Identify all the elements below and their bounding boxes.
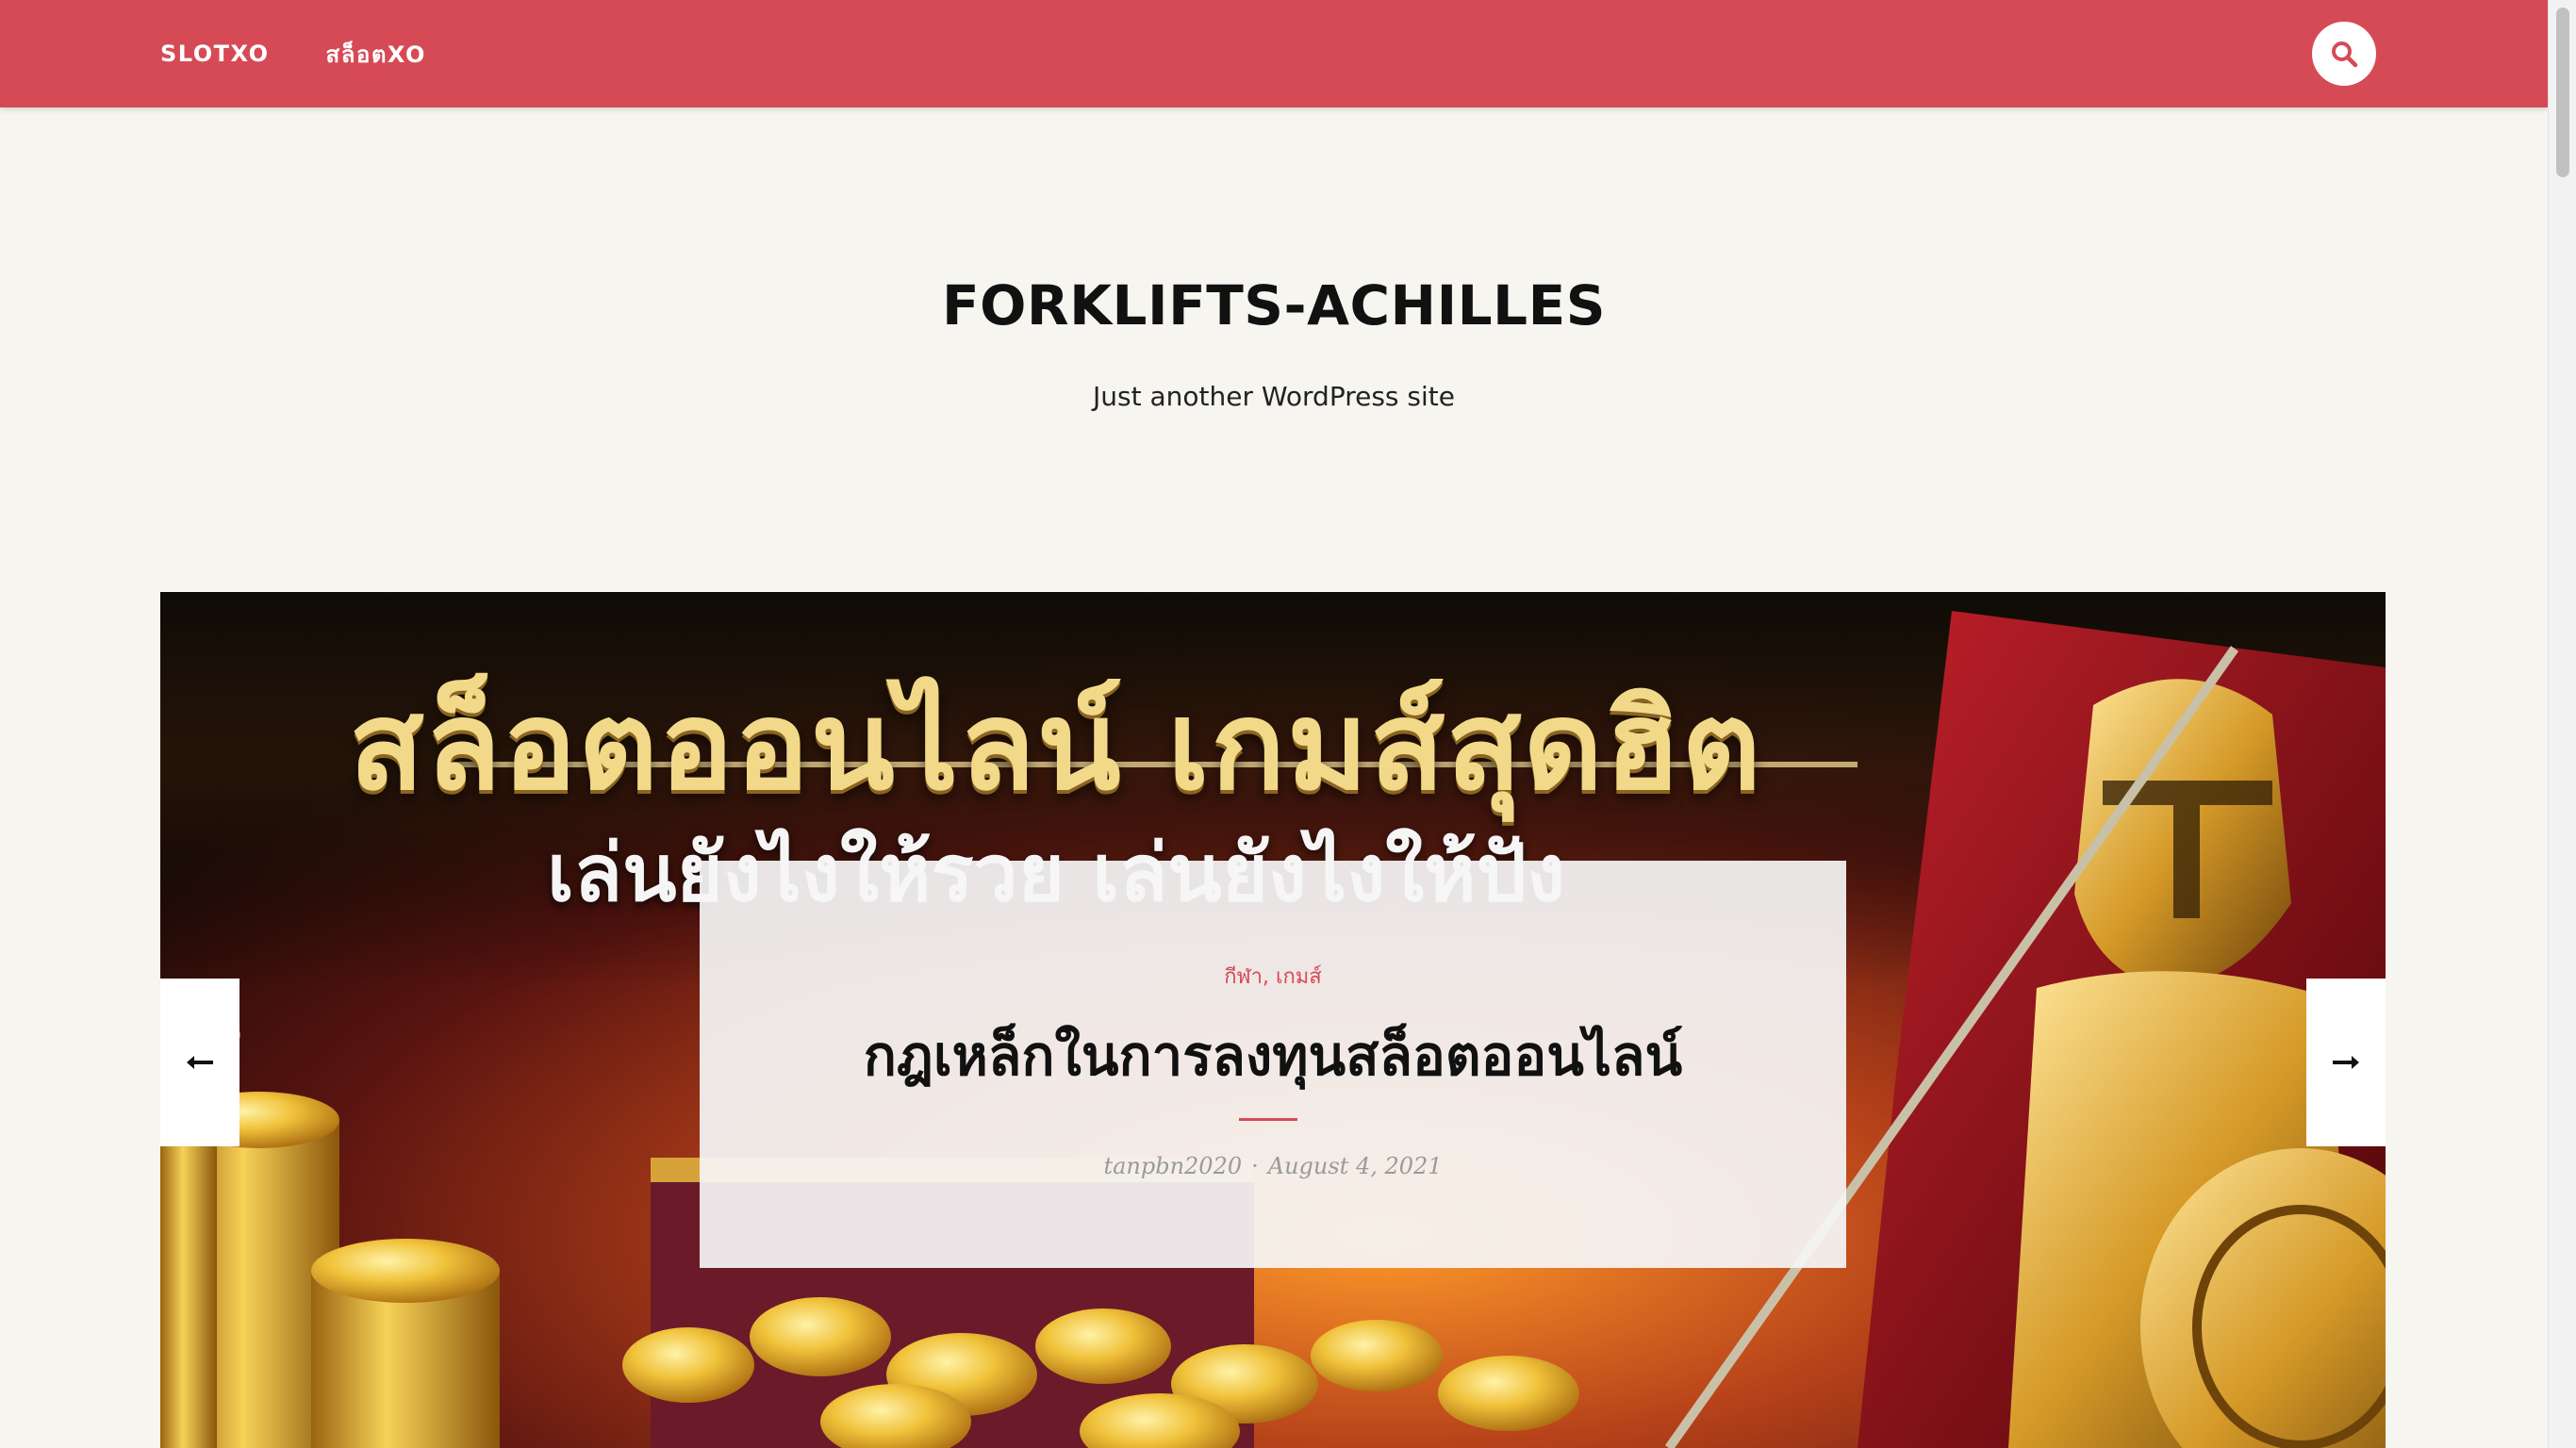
category-separator: , xyxy=(1262,965,1269,989)
scrollbar-thumb[interactable] xyxy=(2556,8,2569,177)
post-author-link[interactable]: tanpbn2020 xyxy=(1103,1153,1242,1179)
slider-prev-button[interactable] xyxy=(160,979,239,1146)
title-divider xyxy=(1239,1118,1297,1121)
post-meta: tanpbn2020 · August 4, 2021 xyxy=(700,1153,1846,1179)
category-link-sport[interactable]: กีฬา xyxy=(1224,965,1263,989)
arrow-right-icon xyxy=(2333,1056,2359,1069)
slider-next-button[interactable] xyxy=(2306,979,2386,1146)
search-icon xyxy=(2332,41,2358,68)
post-date-link[interactable]: August 4, 2021 xyxy=(1268,1153,1443,1179)
category-link-games[interactable]: เกมส์ xyxy=(1276,965,1322,989)
search-button[interactable] xyxy=(2312,22,2376,86)
nav-item-slotxo[interactable]: SLOTXO xyxy=(160,41,270,67)
site-title[interactable]: FORKLIFTS-ACHILLES xyxy=(0,273,2548,337)
post-categories: กีฬา, เกมส์ xyxy=(700,960,1846,993)
featured-slider: สล็อตออนไลน์ เกมส์สุดฮิต เล่นยังไงให้รวย… xyxy=(160,592,2386,1448)
featured-post-card: กีฬา, เกมส์ กฎเหล็กในการลงทุนสล็อตออนไลน… xyxy=(700,861,1846,1268)
nav-item-slotxo-thai[interactable]: สล็อตXO xyxy=(326,36,426,73)
meta-separator: · xyxy=(1251,1153,1259,1179)
site-tagline: Just another WordPress site xyxy=(1092,381,1455,412)
page-scrollbar[interactable] xyxy=(2548,0,2576,1448)
primary-menu: SLOTXO สล็อตXO xyxy=(160,0,426,107)
post-title[interactable]: กฎเหล็กในการลงทุนสล็อตออนไลน์ xyxy=(700,1012,1846,1099)
top-navigation-bar: SLOTXO สล็อตXO xyxy=(0,0,2548,107)
arrow-left-icon xyxy=(187,1056,213,1069)
